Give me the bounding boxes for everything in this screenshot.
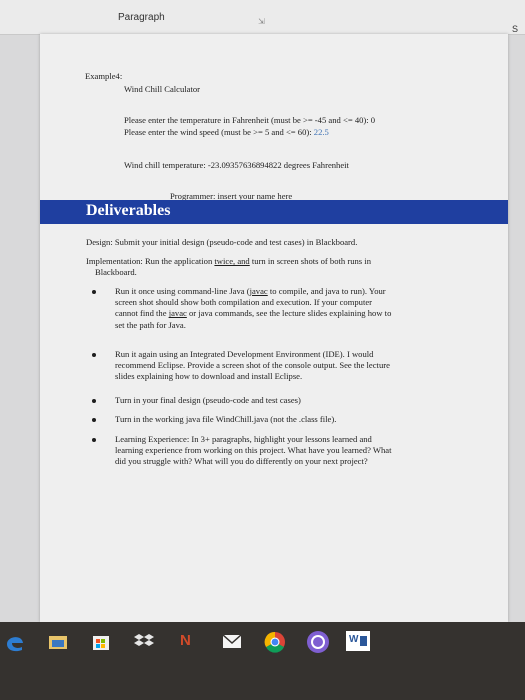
bullet-item-final-design: Turn in your final design (pseudo-code a… xyxy=(115,395,301,405)
bullet-dot xyxy=(92,438,96,442)
bullet-dot xyxy=(92,399,96,403)
implementation-line-2: Blackboard. xyxy=(95,267,137,277)
temperature-prompt: Please enter the temperature in Fahrenhe… xyxy=(124,115,376,125)
taskbar: N W xyxy=(0,622,525,700)
edge-icon[interactable] xyxy=(4,632,26,652)
dropbox-icon[interactable] xyxy=(134,632,154,650)
bullet-item-learning-experience: Learning Experience: In 3+ paragraphs, h… xyxy=(115,434,392,467)
paragraph-dialog-launcher-icon[interactable]: ⇲ xyxy=(258,17,265,26)
implementation-line: Implementation: Run the application twic… xyxy=(86,256,371,266)
document-page[interactable]: Example4: Wind Chill Calculator Please e… xyxy=(40,34,508,622)
deliverables-heading: Deliverables xyxy=(86,202,171,219)
program-title: Wind Chill Calculator xyxy=(124,84,201,94)
bullet-dot xyxy=(92,290,96,294)
bullet-dot xyxy=(92,418,96,422)
example-heading: Example4: xyxy=(85,71,123,81)
design-line: Design: Submit your initial design (pseu… xyxy=(86,237,358,247)
word-window: Paragraph ⇲ S Example4: Wind Chill Calcu… xyxy=(0,0,525,622)
wind-speed-prompt: Please enter the wind speed (must be >= … xyxy=(124,127,329,137)
ribbon-edge-label: S xyxy=(512,24,519,34)
chrome-icon[interactable] xyxy=(264,631,286,653)
onenote-icon[interactable]: N xyxy=(180,632,191,649)
word-icon[interactable]: W xyxy=(346,631,370,651)
deliverables-banner: Deliverables xyxy=(40,200,508,224)
ribbon: Paragraph ⇲ S xyxy=(0,0,525,35)
store-icon[interactable] xyxy=(92,631,110,651)
file-explorer-icon[interactable] xyxy=(48,634,68,650)
bullet-item-ide: Run it again using an Integrated Develop… xyxy=(115,349,390,382)
mail-icon[interactable] xyxy=(222,634,242,649)
word-icon-page xyxy=(360,636,367,646)
paragraph-group-label: Paragraph xyxy=(118,12,165,23)
bullet-item-java-file: Turn in the working java file WindChill.… xyxy=(115,414,337,424)
wind-speed-input-value: 22.5 xyxy=(313,127,329,137)
skype-icon[interactable] xyxy=(306,630,330,654)
word-icon-letter: W xyxy=(349,634,359,645)
wind-chill-result: Wind chill temperature: -23.093576368948… xyxy=(124,160,349,170)
bullet-dot xyxy=(92,353,96,357)
bullet-item-command-line: Run it once using command-line Java (jav… xyxy=(115,286,392,330)
